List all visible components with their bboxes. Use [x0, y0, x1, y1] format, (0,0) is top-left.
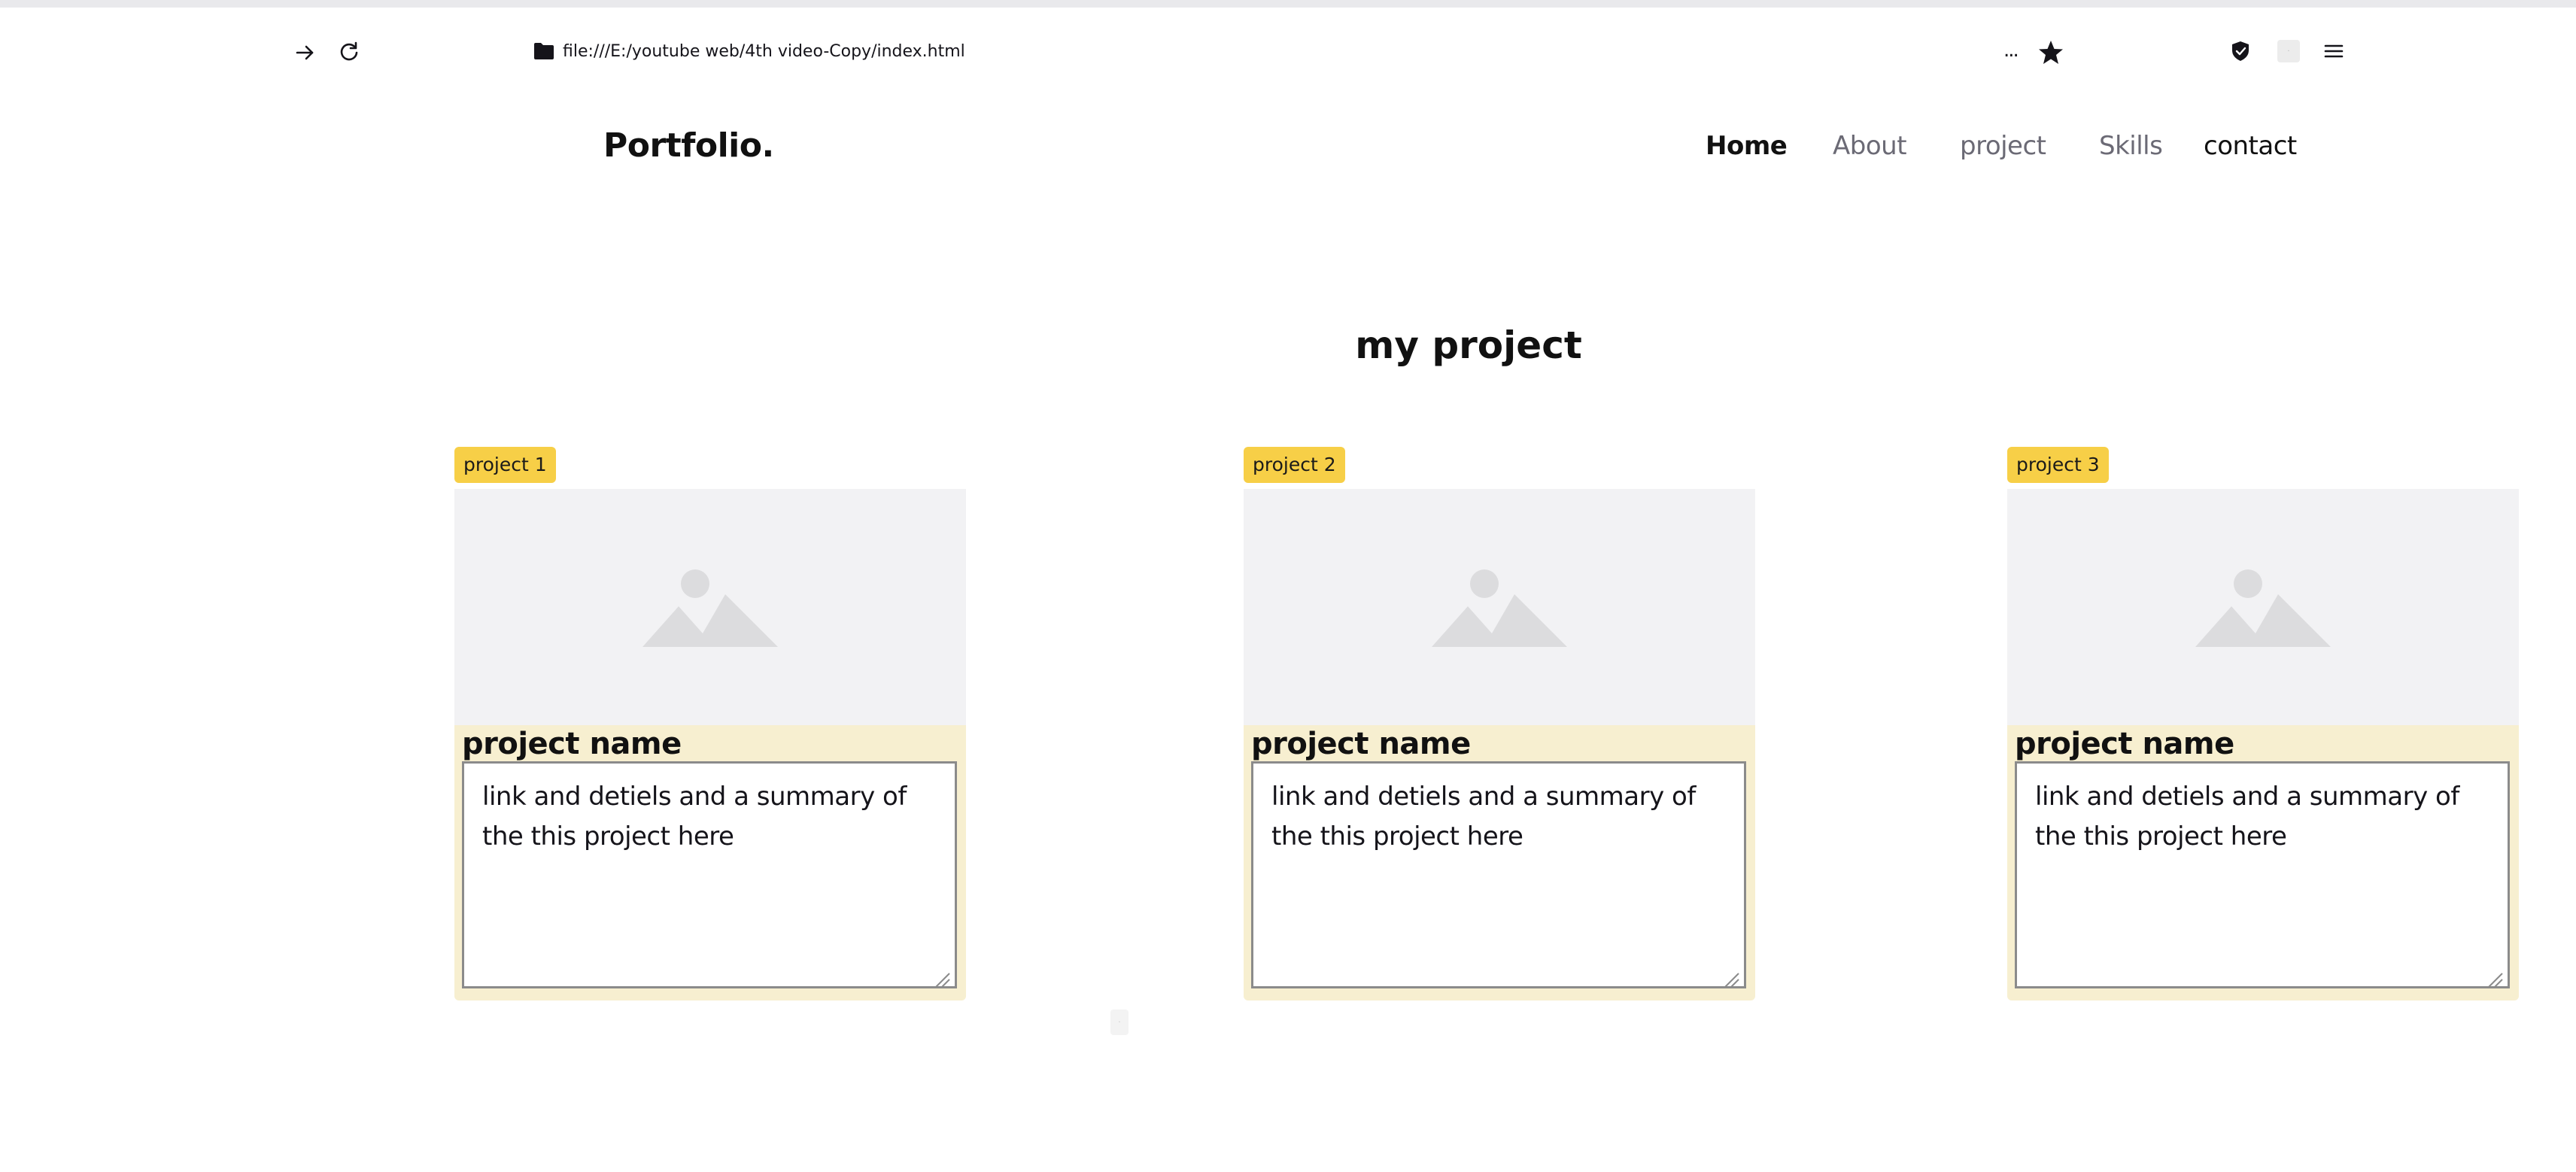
project-card: project 1 project name link and detiels …: [454, 447, 966, 1000]
section-title: my project: [1355, 323, 1582, 367]
image-placeholder: [454, 489, 966, 728]
extension-icon[interactable]: ·: [2277, 40, 2300, 62]
image-placeholder-icon: [642, 569, 778, 647]
nav-link-contact[interactable]: contact: [2204, 129, 2297, 162]
image-placeholder: [2007, 489, 2519, 728]
bookmark-star-icon[interactable]: [2036, 38, 2066, 68]
address-bar-url[interactable]: file:///E:/youtube web/4th video-Copy/in…: [563, 41, 965, 63]
resize-grip-icon[interactable]: [2486, 970, 2504, 988]
image-placeholder: [1244, 489, 1755, 728]
project-card-body: project name link and detiels and a summ…: [2007, 725, 2519, 1000]
forward-arrow-icon[interactable]: [293, 41, 317, 65]
image-placeholder-icon: [2195, 569, 2331, 647]
project-tag: project 1: [454, 447, 556, 483]
project-card-body: project name link and detiels and a summ…: [1244, 725, 1755, 1000]
menu-icon[interactable]: [2322, 39, 2346, 63]
project-card-body: project name link and detiels and a summ…: [454, 725, 966, 1000]
resize-grip-icon[interactable]: [1722, 970, 1740, 988]
nav-link-home[interactable]: Home: [1706, 129, 1788, 162]
project-card: project 2 project name link and detiels …: [1244, 447, 1755, 1000]
project-summary-textarea[interactable]: link and detiels and a summary of the th…: [2015, 761, 2510, 988]
page-actions-ellipsis[interactable]: ...: [2003, 39, 2019, 62]
site-logo[interactable]: Portfolio.: [603, 126, 774, 165]
image-placeholder-icon: [1432, 569, 1567, 647]
reload-icon[interactable]: [336, 39, 362, 65]
shield-icon[interactable]: [2228, 39, 2252, 63]
project-card: project 3 project name link and detiels …: [2007, 447, 2519, 1000]
project-tag: project 3: [2007, 447, 2109, 483]
project-name: project name: [1251, 727, 1471, 761]
project-summary-textarea[interactable]: link and detiels and a summary of the th…: [462, 761, 957, 988]
resize-grip-icon[interactable]: [933, 970, 951, 988]
scroll-marker: ·: [1110, 1010, 1129, 1035]
project-name: project name: [2015, 727, 2234, 761]
folder-icon: [533, 41, 555, 62]
project-tag: project 2: [1244, 447, 1345, 483]
nav-link-project[interactable]: project: [1960, 129, 2046, 162]
nav-link-about[interactable]: About: [1833, 129, 1907, 162]
browser-top-strip: [0, 0, 2576, 8]
nav-link-skills[interactable]: Skills: [2099, 129, 2163, 162]
project-name: project name: [462, 727, 682, 761]
project-summary-textarea[interactable]: link and detiels and a summary of the th…: [1251, 761, 1746, 988]
